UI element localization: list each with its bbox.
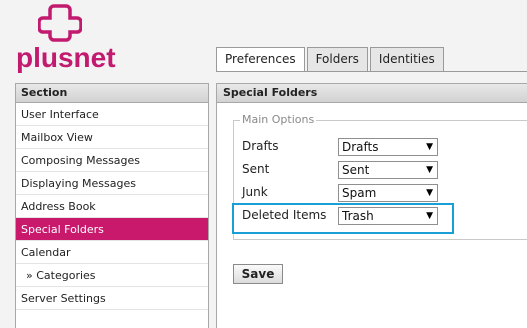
- settings-tabs: Preferences Folders Identities: [216, 47, 446, 72]
- drafts-select[interactable]: Drafts ▼: [338, 138, 438, 156]
- sidebar-item-displaying-messages[interactable]: Displaying Messages: [16, 172, 208, 195]
- panel-title: Special Folders: [217, 84, 527, 103]
- sidebar-item-server-settings[interactable]: Server Settings: [16, 287, 208, 310]
- junk-label: Junk: [242, 185, 268, 199]
- sidebar-item-composing-messages[interactable]: Composing Messages: [16, 149, 208, 172]
- dropdown-arrow-icon: ▼: [426, 188, 433, 198]
- sidebar-item-address-book[interactable]: Address Book: [16, 195, 208, 218]
- drafts-label: Drafts: [242, 139, 279, 153]
- sidebar-item-calendar[interactable]: Calendar: [16, 241, 208, 264]
- junk-select[interactable]: Spam ▼: [338, 184, 438, 202]
- tab-folders[interactable]: Folders: [306, 47, 368, 71]
- plusnet-cross-icon: [38, 4, 82, 42]
- tab-identities[interactable]: Identities: [369, 47, 444, 71]
- sent-select[interactable]: Sent ▼: [338, 161, 438, 179]
- plusnet-logo: plusnet: [12, 4, 122, 74]
- sidebar-item-user-interface[interactable]: User Interface: [16, 103, 208, 126]
- junk-select-value: Spam: [342, 186, 377, 200]
- deleted-items-highlight: [232, 203, 454, 234]
- drafts-select-value: Drafts: [342, 140, 379, 154]
- brand-name: plusnet: [16, 42, 116, 73]
- group-legend: Main Options: [240, 113, 317, 126]
- save-button[interactable]: Save: [233, 264, 283, 284]
- dropdown-arrow-icon: ▼: [426, 165, 433, 175]
- sidebar-item-categories[interactable]: » Categories: [16, 264, 208, 287]
- sent-select-value: Sent: [342, 163, 370, 177]
- sent-label: Sent: [242, 162, 270, 176]
- sidebar-item-special-folders[interactable]: Special Folders: [16, 218, 208, 241]
- sidebar-item-mailbox-view[interactable]: Mailbox View: [16, 126, 208, 149]
- section-panel: Section User Interface Mailbox View Comp…: [15, 83, 209, 328]
- dropdown-arrow-icon: ▼: [426, 142, 433, 152]
- section-header: Section: [16, 84, 208, 103]
- tab-divider: [216, 71, 527, 72]
- tab-preferences[interactable]: Preferences: [216, 47, 305, 72]
